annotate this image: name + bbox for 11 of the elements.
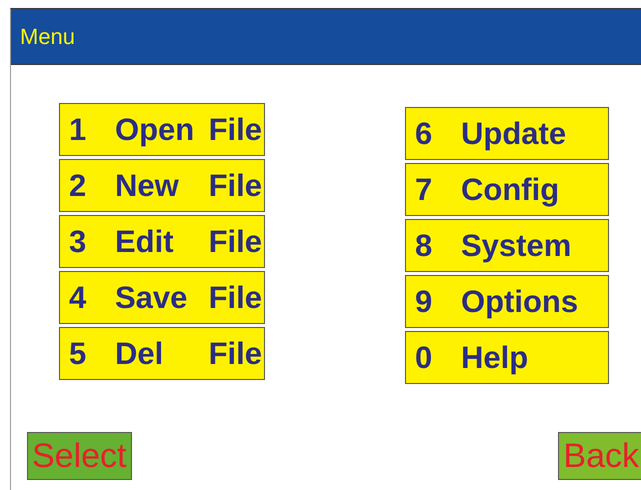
menu-item[interactable]: 6 Update — [405, 107, 609, 160]
menu-item[interactable]: 0 Help — [405, 331, 609, 384]
menu-item[interactable]: 7 Config — [405, 163, 609, 216]
menu-item[interactable]: 1 Open File — [59, 103, 265, 156]
menu-item[interactable]: 5 Del File — [59, 327, 265, 380]
window-title: Menu — [20, 24, 76, 50]
menu-item[interactable]: 3 Edit File — [59, 215, 265, 268]
menu-item[interactable]: 4 Save File — [59, 271, 265, 324]
menu-item[interactable]: 2 New File — [59, 159, 265, 212]
menu-item[interactable]: 9 Options — [405, 275, 609, 328]
menu-item[interactable]: 8 System — [405, 219, 609, 272]
